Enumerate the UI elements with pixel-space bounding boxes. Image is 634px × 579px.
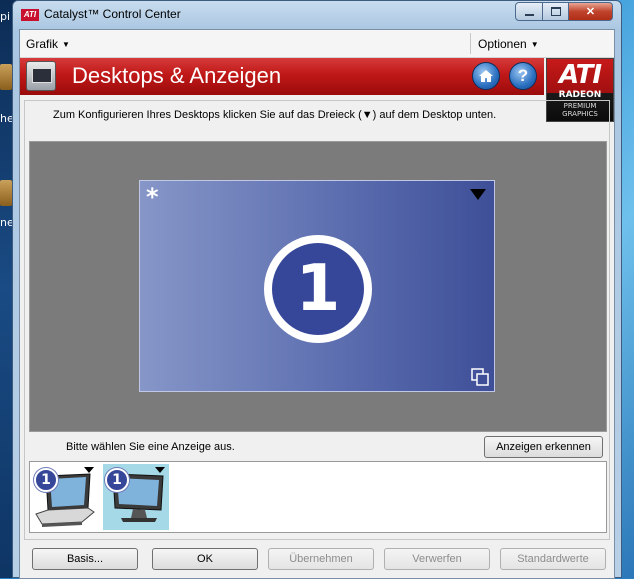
radeon-logo-text: RADEON	[558, 90, 602, 100]
desktop-monitor-1[interactable]: * 1	[139, 180, 495, 392]
menu-bar: Grafik ▼ Optionen ▼	[20, 30, 614, 58]
defaults-button[interactable]: Standardwerte	[500, 548, 606, 570]
catalyst-window: ATI Catalyst™ Control Center ✕ Grafik ▼ O…	[12, 0, 622, 579]
primary-star-icon: *	[146, 183, 159, 211]
close-button[interactable]: ✕	[569, 2, 613, 21]
desktop-options-triangle-icon[interactable]	[470, 189, 486, 200]
desktop-icon-label[interactable]: pi	[0, 10, 10, 23]
minimize-icon	[524, 13, 534, 16]
display-thumbnail-laptop[interactable]: 1	[32, 464, 98, 530]
ati-logo-text: ATI	[558, 60, 602, 90]
display-thumbnail-monitor[interactable]: 1	[103, 464, 169, 530]
apply-button[interactable]: Übernehmen	[268, 548, 374, 570]
client-area: Grafik ▼ Optionen ▼ Desktops & Anzeigen ? …	[19, 29, 615, 579]
desktop-file-icon[interactable]	[0, 64, 12, 90]
home-button[interactable]	[472, 62, 500, 90]
caret-down-icon: ▼	[62, 40, 70, 49]
thumbnail-options-triangle-icon[interactable]	[155, 467, 165, 473]
page-header-banner: Desktops & Anzeigen ?	[20, 58, 544, 95]
menu-optionen[interactable]: Optionen ▼	[478, 37, 539, 51]
ok-button[interactable]: OK	[152, 548, 258, 570]
desktop-layout-canvas: * 1	[29, 141, 607, 432]
desktop-file-icon[interactable]	[0, 180, 12, 206]
window-title: Catalyst™ Control Center	[44, 7, 181, 21]
menu-grafik[interactable]: Grafik ▼	[26, 37, 70, 51]
close-icon: ✕	[585, 6, 596, 18]
discard-button[interactable]: Verwerfen	[384, 548, 490, 570]
home-icon	[479, 70, 493, 82]
thumbnail-number: 1	[34, 468, 58, 492]
help-icon: ?	[517, 66, 529, 85]
caret-down-icon: ▼	[530, 40, 539, 49]
window-controls: ✕	[515, 2, 613, 21]
title-bar[interactable]: ATI Catalyst™ Control Center ✕	[13, 1, 621, 29]
help-button[interactable]: ?	[509, 62, 537, 90]
monitor-number: 1	[272, 243, 364, 335]
ati-title-logo-icon: ATI	[21, 9, 39, 21]
basic-button[interactable]: Basis...	[32, 548, 138, 570]
thumbnail-options-triangle-icon[interactable]	[84, 467, 94, 473]
menu-separator	[470, 33, 471, 54]
menu-grafik-label: Grafik	[26, 37, 59, 51]
maximize-icon	[550, 7, 561, 16]
minimize-button[interactable]	[515, 2, 543, 21]
clone-desktop-icon[interactable]	[471, 368, 489, 386]
menu-optionen-label: Optionen	[478, 37, 527, 51]
maximize-button[interactable]	[543, 2, 569, 21]
select-display-label: Bitte wählen Sie eine Anzeige aus.	[66, 441, 235, 453]
display-thumbnails: 1 1	[29, 461, 607, 533]
monitor-number-badge: 1	[264, 235, 372, 343]
identify-displays-button[interactable]: Anzeigen erkennen	[484, 436, 603, 458]
page-title: Desktops & Anzeigen	[72, 63, 282, 88]
thumbnail-number: 1	[105, 468, 129, 492]
desktop-display-icon	[26, 61, 56, 91]
instruction-text: Zum Konfigurieren Ihres Desktops klicken…	[53, 109, 497, 121]
